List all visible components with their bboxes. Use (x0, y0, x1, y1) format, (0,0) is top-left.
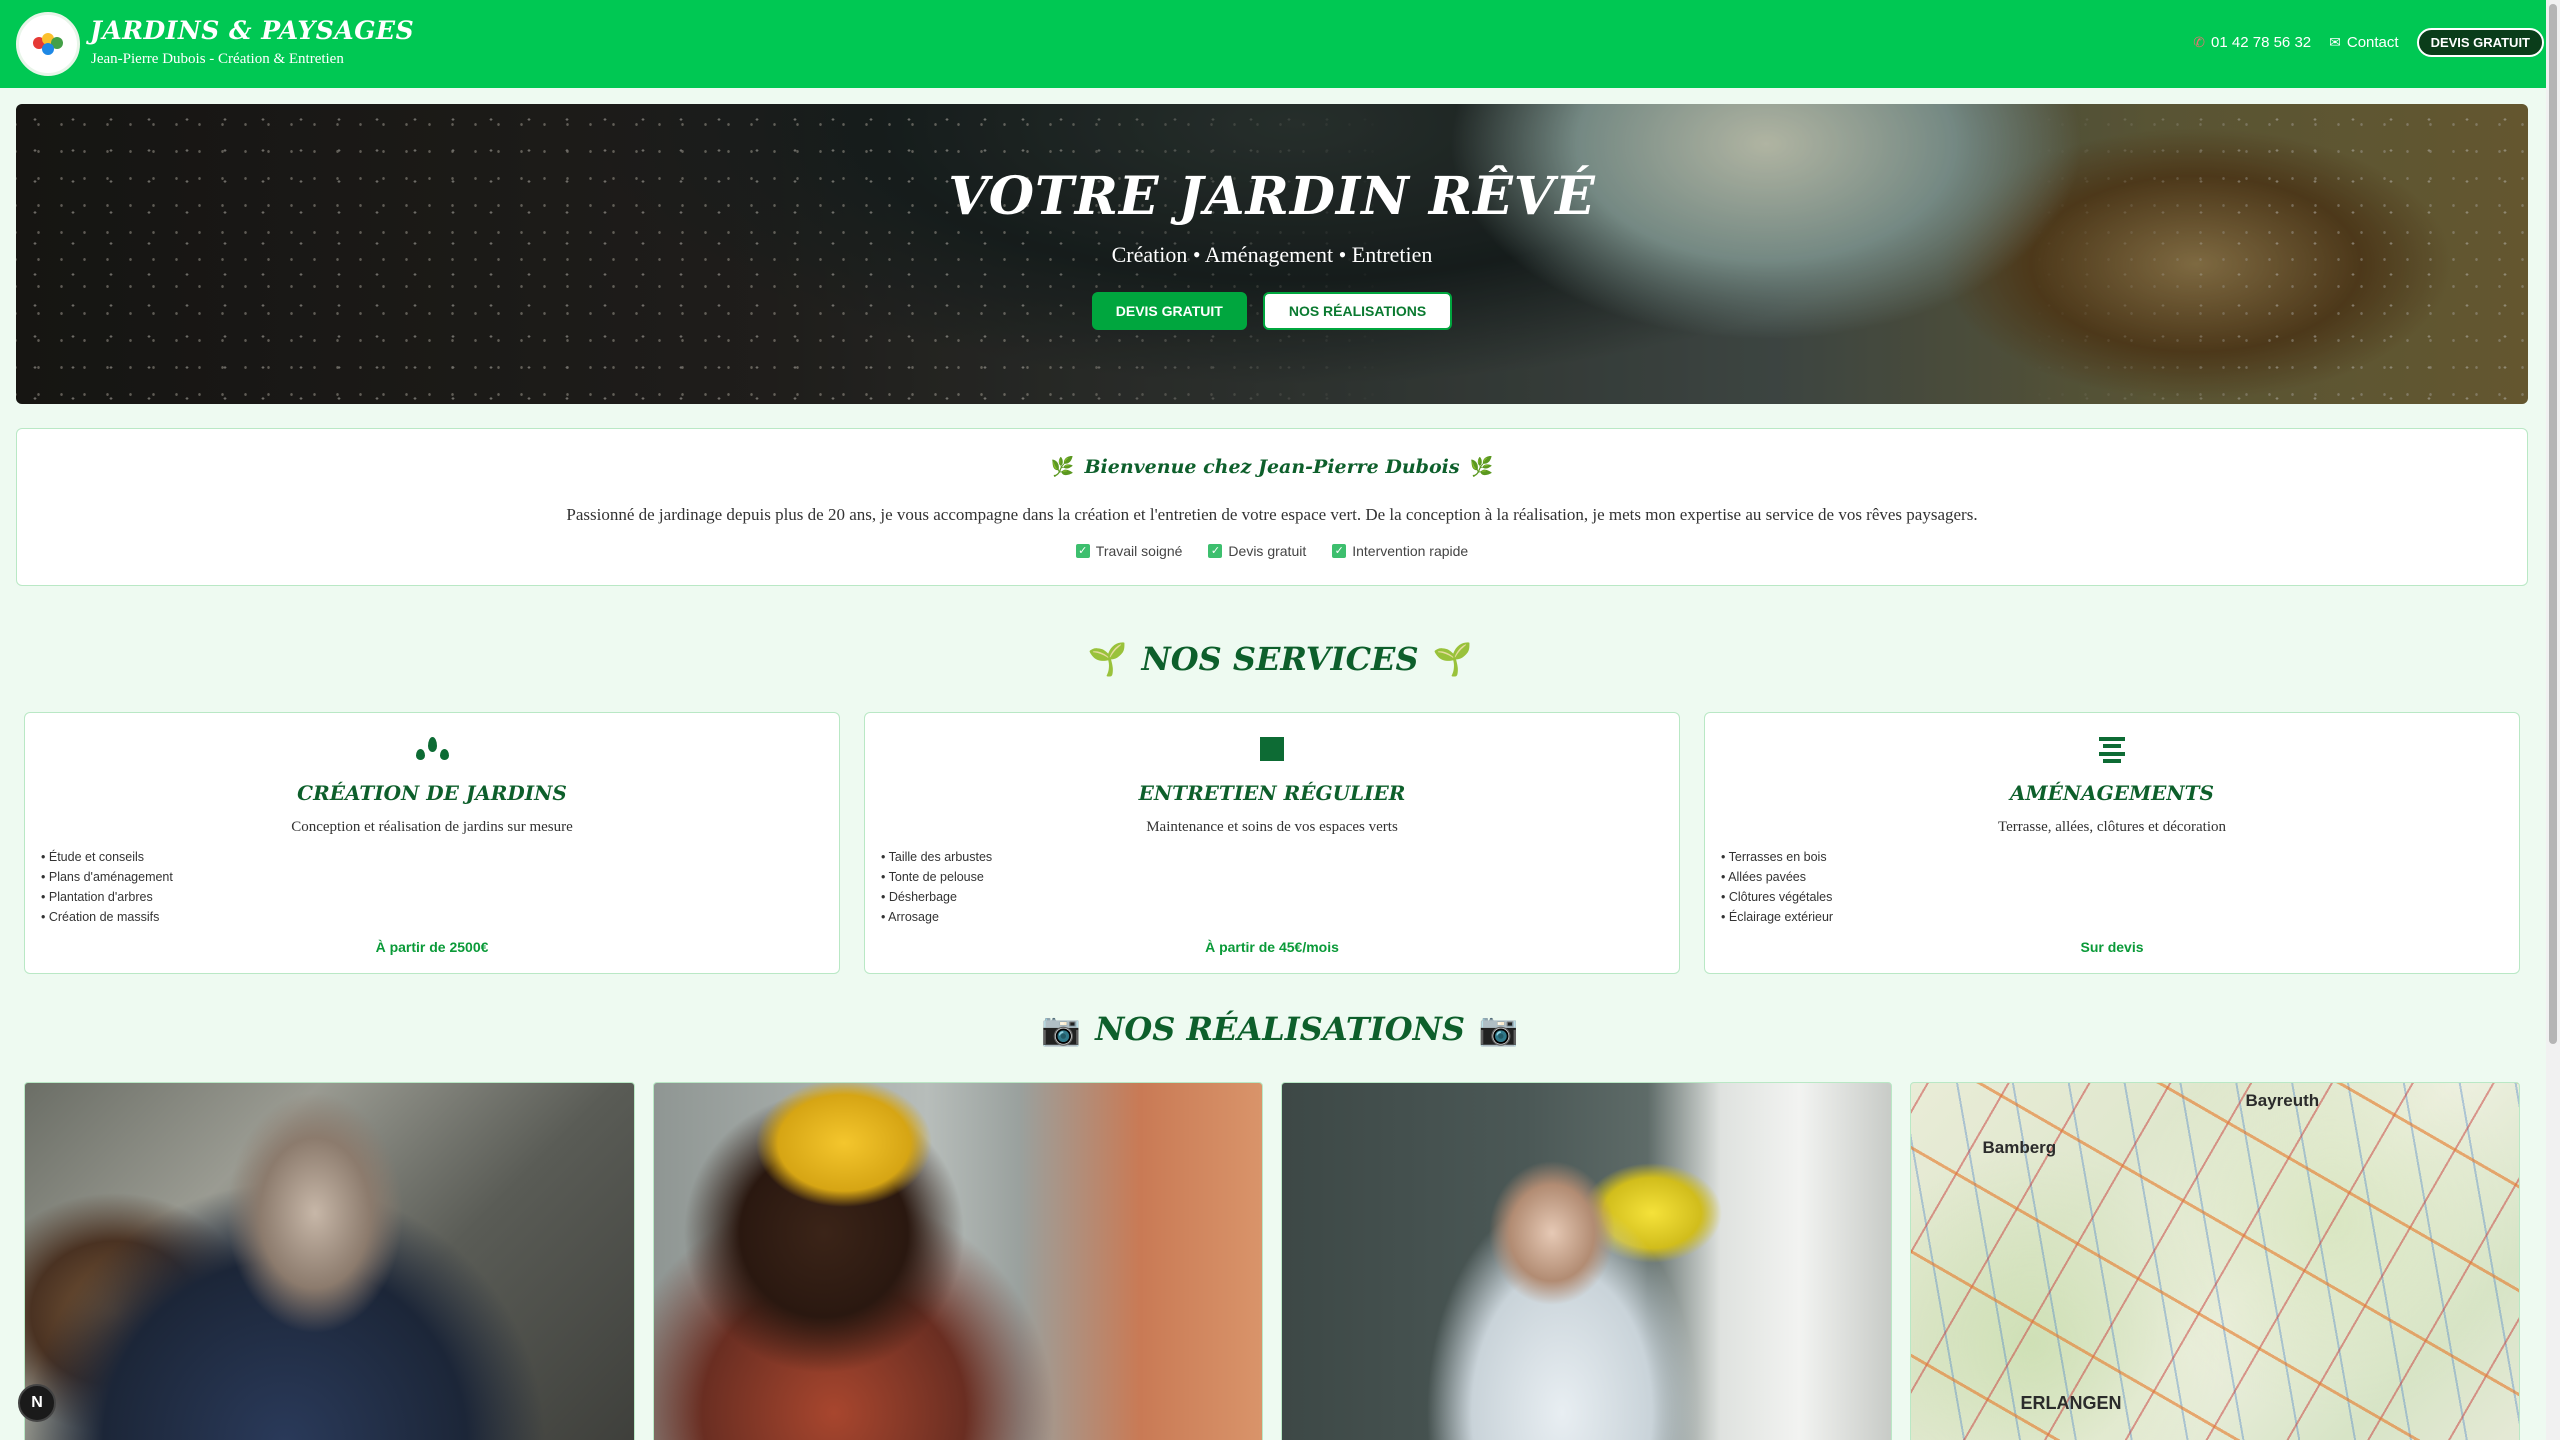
list-item: Allées pavées (1721, 867, 1833, 887)
hero-subtitle: Création • Aménagement • Entretien (1111, 242, 1433, 267)
map-label: Bamberg (1982, 1138, 2057, 1157)
nav-contact[interactable]: ✉ Contact (2329, 34, 2398, 51)
list-item: Terrasses en bois (1721, 847, 1833, 867)
check-item: ✓ Intervention rapide (1332, 543, 1468, 559)
list-item: Arrosage (881, 907, 992, 927)
gallery-title: 📷 NOS RÉALISATIONS 📷 (0, 1010, 2560, 1048)
hero-content: VOTRE JARDIN RÊVÉ Création • Aménagement… (16, 104, 2528, 404)
service-list: Étude et conseils Plans d'aménagement Pl… (41, 847, 173, 927)
service-title: AMÉNAGEMENTS (2009, 781, 2214, 805)
brand-title[interactable]: JARDINS & PAYSAGES (90, 16, 414, 45)
site-header: JARDINS & PAYSAGES Jean-Pierre Dubois - … (0, 0, 2560, 88)
service-title: ENTRETIEN RÉGULIER (1138, 781, 1406, 805)
drops-icon (25, 737, 839, 760)
service-desc: Maintenance et soins de vos espaces vert… (1146, 819, 1398, 835)
gallery-photo-welder[interactable] (24, 1082, 635, 1440)
service-card-entretien[interactable]: ENTRETIEN RÉGULIER Maintenance et soins … (864, 712, 1680, 974)
welcome-title-text: Bienvenue chez Jean-Pierre Dubois (1084, 456, 1460, 478)
sprout-icon: 🌱 (1432, 640, 1473, 678)
sprout-icon: 🌱 (1087, 640, 1128, 678)
gallery-photo-map[interactable]: Bayreuth Bamberg ERLANGEN (1909, 1082, 2520, 1440)
welcome-checks: ✓ Travail soigné ✓ Devis gratuit ✓ Interven… (17, 543, 2527, 559)
list-item: Clôtures végétales (1721, 887, 1833, 907)
services-title: 🌱 NOS SERVICES 🌱 (0, 640, 2560, 678)
check-label: Intervention rapide (1352, 543, 1469, 559)
nav-contact-label: Contact (2346, 34, 2399, 51)
gallery-photo-cleaning[interactable] (1281, 1082, 1892, 1440)
list-item: Désherbage (881, 887, 992, 907)
hero-quote-button[interactable]: DEVIS GRATUIT (1091, 292, 1247, 330)
square-icon (865, 737, 1679, 761)
hero-buttons: DEVIS GRATUIT NOS RÉALISATIONS (16, 292, 2528, 330)
header-quote-button[interactable]: DEVIS GRATUIT (2416, 28, 2544, 57)
n-badge-button[interactable]: N (18, 1384, 56, 1422)
service-list: Taille des arbustes Tonte de pelouse Dés… (881, 847, 992, 927)
lines-icon (1705, 737, 2519, 763)
check-label: Travail soigné (1095, 543, 1183, 559)
gallery-title-text: NOS RÉALISATIONS (1095, 1010, 1465, 1048)
list-item: Étude et conseils (41, 847, 173, 867)
check-item: ✓ Devis gratuit (1208, 543, 1306, 559)
service-desc: Conception et réalisation de jardins sur… (291, 819, 573, 835)
map-label: ERLANGEN (2020, 1393, 2122, 1413)
leaf-icon: 🌿 (1050, 456, 1075, 478)
service-price: À partir de 2500€ (375, 939, 489, 955)
hero-realisations-button[interactable]: NOS RÉALISATIONS (1262, 292, 1453, 330)
welcome-title: 🌿 Bienvenue chez Jean-Pierre Dubois 🌿 (17, 455, 2527, 478)
scrollbar-thumb[interactable] (2549, 4, 2557, 1044)
hero-title: VOTRE JARDIN RÊVÉ (948, 166, 1596, 227)
service-list: Terrasses en bois Allées pavées Clôtures… (1721, 847, 1833, 927)
camera-icon: 📷 (1478, 1010, 1519, 1048)
list-item: Taille des arbustes (881, 847, 993, 867)
check-item: ✓ Travail soigné (1075, 543, 1183, 559)
welcome-text: Passionné de jardinage depuis plus de 20… (566, 505, 1978, 524)
map-label: Bayreuth (2245, 1091, 2320, 1110)
list-item: Plans d'aménagement (41, 867, 173, 887)
service-desc: Terrasse, allées, clôtures et décoration (1997, 819, 2226, 835)
check-icon: ✓ (1332, 544, 1347, 558)
brand-subtitle: Jean-Pierre Dubois - Création & Entretie… (91, 51, 344, 67)
service-card-amenagements[interactable]: AMÉNAGEMENTS Terrasse, allées, clôtures … (1704, 712, 2520, 974)
gallery-photo-electrician[interactable] (652, 1082, 1263, 1440)
mail-icon: ✉ (2329, 34, 2341, 50)
service-card-creation[interactable]: CRÉATION DE JARDINS Conception et réalis… (24, 712, 840, 974)
nav-phone-label: 01 42 78 56 32 (2211, 34, 2312, 51)
logo[interactable] (16, 12, 80, 76)
header-nav: ✆ 01 42 78 56 32 ✉ Contact DEVIS GRATUIT (2193, 28, 2544, 57)
hero-banner: VOTRE JARDIN RÊVÉ Création • Aménagement… (16, 104, 2528, 404)
page-scrollbar[interactable] (2546, 0, 2560, 1440)
list-item: Création de massifs (41, 907, 173, 927)
logo-icon (33, 33, 63, 55)
list-item: Tonte de pelouse (881, 867, 992, 887)
service-price: À partir de 45€/mois (1205, 939, 1339, 955)
gallery-grid: Bayreuth Bamberg ERLANGEN (24, 1082, 2520, 1440)
leaf-icon: 🌿 (1469, 456, 1494, 478)
service-price: Sur devis (2080, 939, 2144, 955)
check-label: Devis gratuit (1228, 543, 1307, 559)
check-icon: ✓ (1075, 544, 1090, 558)
nav-phone[interactable]: ✆ 01 42 78 56 32 (2193, 34, 2311, 51)
list-item: Plantation d'arbres (41, 887, 173, 907)
camera-icon: 📷 (1041, 1010, 1082, 1048)
phone-icon: ✆ (2193, 34, 2206, 50)
services-grid: CRÉATION DE JARDINS Conception et réalis… (24, 712, 2520, 974)
list-item: Éclairage extérieur (1721, 907, 1833, 927)
service-title: CRÉATION DE JARDINS (297, 781, 567, 805)
check-icon: ✓ (1208, 544, 1223, 558)
welcome-panel: 🌿 Bienvenue chez Jean-Pierre Dubois 🌿 Pass… (16, 428, 2528, 586)
services-title-text: NOS SERVICES (1141, 640, 1419, 678)
